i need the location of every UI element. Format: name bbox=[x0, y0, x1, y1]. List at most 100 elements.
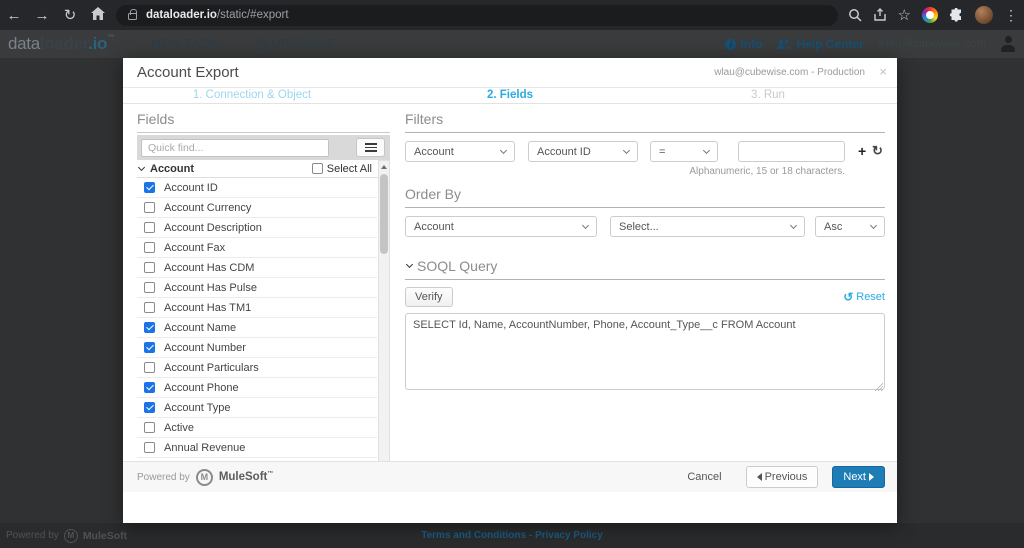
terms-privacy-links[interactable]: Terms and Conditions - Privacy Policy bbox=[421, 530, 603, 541]
browser-profile-avatar[interactable] bbox=[975, 6, 993, 24]
field-list-item[interactable]: Account Has CDM bbox=[137, 258, 377, 278]
list-view-button[interactable] bbox=[356, 138, 385, 157]
field-checkbox[interactable] bbox=[144, 182, 155, 193]
upgrade-menu[interactable]: ↑ UPGRADE bbox=[256, 37, 335, 51]
field-list-item[interactable]: Account Number bbox=[137, 338, 377, 358]
field-list-item[interactable]: Account Has Pulse bbox=[137, 278, 377, 298]
bookmark-star-icon[interactable]: ☆ bbox=[898, 6, 911, 24]
soql-query-textarea[interactable] bbox=[405, 313, 885, 390]
field-checkbox[interactable] bbox=[144, 402, 155, 413]
field-checkbox[interactable] bbox=[144, 282, 155, 293]
field-list-item[interactable]: Account Currency bbox=[137, 198, 377, 218]
lock-icon[interactable] bbox=[128, 13, 137, 20]
filters-heading: Filters bbox=[405, 104, 885, 133]
modal-footer: Powered by M MuleSoft™ Cancel Previous N… bbox=[123, 461, 897, 492]
select-all-control[interactable]: Select All bbox=[312, 163, 372, 175]
field-label: Account Fax bbox=[164, 242, 225, 254]
share-icon[interactable] bbox=[873, 8, 887, 22]
info-icon: i bbox=[725, 39, 736, 50]
new-task-menu[interactable]: NEW TASK bbox=[152, 37, 219, 51]
address-bar[interactable]: dataloader.io/static/#export bbox=[116, 5, 838, 26]
step-fields[interactable]: 2. Fields bbox=[381, 88, 639, 103]
field-list-wrap: Account Select All Account ID bbox=[137, 160, 390, 490]
mulesoft-logo-icon: M bbox=[196, 469, 213, 486]
select-all-checkbox[interactable] bbox=[312, 163, 323, 174]
previous-button[interactable]: Previous bbox=[746, 466, 819, 488]
field-checkbox[interactable] bbox=[144, 242, 155, 253]
dataloader-logo[interactable]: dataloader.io™ bbox=[8, 34, 114, 54]
new-task-label: NEW TASK bbox=[152, 37, 219, 51]
field-list-item[interactable]: Active bbox=[137, 418, 377, 438]
extensions-puzzle-icon[interactable] bbox=[949, 8, 964, 23]
field-label: Active bbox=[164, 422, 194, 434]
field-label: Account Has TM1 bbox=[164, 302, 251, 314]
next-button[interactable]: Next bbox=[832, 466, 885, 488]
step-connection-object[interactable]: 1. Connection & Object bbox=[123, 88, 381, 103]
modal-header: Account Export wlau@cubewise.com - Produ… bbox=[123, 58, 897, 88]
modal-powered-by: Powered by M MuleSoft™ bbox=[137, 469, 273, 486]
close-icon[interactable]: × bbox=[879, 64, 887, 79]
field-checkbox[interactable] bbox=[144, 442, 155, 453]
field-list-item[interactable]: Account Fax bbox=[137, 238, 377, 258]
filter-value-input[interactable] bbox=[738, 141, 845, 162]
wizard-steps: 1. Connection & Object 2. Fields 3. Run bbox=[123, 88, 897, 104]
quick-find-input[interactable] bbox=[141, 139, 329, 157]
field-checkbox[interactable] bbox=[144, 262, 155, 273]
extension-colorwheel-icon[interactable] bbox=[922, 7, 938, 23]
cancel-button[interactable]: Cancel bbox=[687, 471, 721, 483]
order-by-field-select[interactable]: Select... bbox=[610, 216, 805, 237]
field-label: Account Name bbox=[164, 322, 236, 334]
reload-icon[interactable]: ↻ bbox=[56, 6, 84, 24]
verify-button[interactable]: Verify bbox=[405, 287, 453, 307]
field-list-item[interactable]: Account ID bbox=[137, 178, 377, 198]
search-icon[interactable] bbox=[848, 8, 862, 22]
field-checkbox[interactable] bbox=[144, 322, 155, 333]
order-by-direction-select[interactable]: Asc bbox=[815, 216, 885, 237]
field-list-item[interactable]: Account Name bbox=[137, 318, 377, 338]
filter-field-select[interactable]: Account ID bbox=[528, 141, 638, 162]
chevron-down-icon bbox=[406, 261, 413, 268]
connection-label: wlau@cubewise.com - Production bbox=[714, 67, 865, 78]
filter-object-select[interactable]: Account bbox=[405, 141, 515, 162]
scrollbar-thumb[interactable] bbox=[380, 174, 388, 254]
order-by-object-select[interactable]: Account bbox=[405, 216, 597, 237]
field-list-item[interactable]: Account Description bbox=[137, 218, 377, 238]
info-link[interactable]: i Info bbox=[725, 37, 762, 51]
field-checkbox[interactable] bbox=[144, 382, 155, 393]
step-run[interactable]: 3. Run bbox=[639, 88, 897, 103]
refresh-filters-icon[interactable]: ↻ bbox=[872, 144, 883, 158]
field-checkbox[interactable] bbox=[144, 362, 155, 373]
field-checkbox[interactable] bbox=[144, 302, 155, 313]
field-group-header[interactable]: Account Select All bbox=[137, 160, 390, 178]
field-list-item[interactable]: Account Type bbox=[137, 398, 377, 418]
filter-operator-select[interactable]: = bbox=[650, 141, 718, 162]
logo-tm: ™ bbox=[107, 34, 114, 41]
add-filter-icon[interactable]: + bbox=[858, 144, 866, 158]
mulesoft-label: MuleSoft™ bbox=[219, 471, 274, 483]
field-checkbox[interactable] bbox=[144, 202, 155, 213]
help-center-label: Help Center bbox=[796, 37, 863, 51]
field-list-item[interactable]: Account Particulars bbox=[137, 358, 377, 378]
browser-menu-icon[interactable]: ⋮ bbox=[1004, 7, 1018, 24]
forward-icon[interactable]: → bbox=[28, 7, 56, 24]
field-label: Account Has CDM bbox=[164, 262, 254, 274]
scroll-up-icon[interactable] bbox=[379, 161, 389, 173]
reset-link[interactable]: ↺ Reset bbox=[843, 290, 885, 304]
field-checkbox[interactable] bbox=[144, 422, 155, 433]
page-footer-bar: Terms and Conditions - Privacy Policy Po… bbox=[0, 523, 1024, 548]
home-icon[interactable] bbox=[84, 7, 112, 24]
chevron-down-icon bbox=[138, 163, 145, 170]
browser-toolbar: ← → ↻ dataloader.io/static/#export ☆ ⋮ bbox=[0, 0, 1024, 30]
fields-scrollbar[interactable] bbox=[378, 160, 390, 490]
select-all-label: Select All bbox=[327, 163, 372, 175]
filter-row: Account Account ID = + ↻ bbox=[405, 141, 885, 162]
field-checkbox[interactable] bbox=[144, 342, 155, 353]
field-list-item[interactable]: Annual Revenue bbox=[137, 438, 377, 458]
field-list-item[interactable]: Account Has TM1 bbox=[137, 298, 377, 318]
field-list-item[interactable]: Account Phone bbox=[137, 378, 377, 398]
help-center-link[interactable]: Help Center bbox=[776, 37, 863, 51]
back-icon[interactable]: ← bbox=[0, 7, 28, 24]
user-avatar-icon[interactable] bbox=[1000, 36, 1016, 52]
fields-panel: Fields Account Select All bbox=[137, 104, 390, 490]
field-checkbox[interactable] bbox=[144, 222, 155, 233]
